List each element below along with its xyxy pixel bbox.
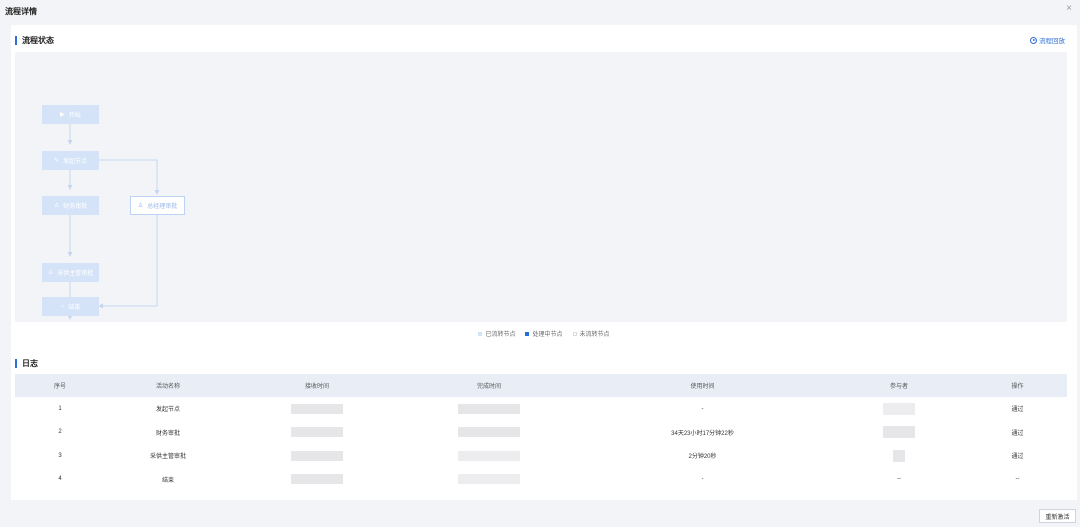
legend-processing: 处理中节点	[525, 329, 563, 338]
redacted-value	[291, 474, 343, 485]
table-row: 1 发起节点 - 通过	[15, 397, 1067, 421]
legend-done: 已流转节点	[478, 329, 515, 338]
col-header-completed: 完成时间	[476, 384, 501, 390]
col-header-name: 活动名称	[155, 384, 180, 390]
legend-pending-label: 未流转节点	[579, 332, 610, 338]
node-end[interactable]: ○ 结束	[42, 297, 99, 316]
redacted-value	[893, 449, 905, 462]
dialog-body: 流程状态 流程回放 ▶ 开始 ✎ 发起节点 ♙ 财务审批 ♙ 总经理审批 ♙ 采…	[11, 25, 1077, 500]
row-received	[231, 468, 403, 492]
row-received	[231, 421, 403, 445]
redacted-value	[291, 403, 343, 414]
dialog-footer: 重新激活	[0, 504, 1080, 527]
node-start-label: 开始	[68, 113, 81, 119]
redacted-value	[291, 427, 343, 438]
dialog-header: 流程详情 ×	[0, 0, 1080, 22]
redacted-value	[458, 403, 520, 414]
replay-label: 流程回放	[1039, 38, 1065, 45]
row-no: 1	[58, 405, 62, 412]
log-table: 序号 活动名称 接收时间 完成时间 使用时间 参与者 操作 1 发起节点 - 通…	[15, 374, 1067, 491]
redacted-value	[458, 474, 520, 485]
log-title: 日志	[15, 359, 38, 368]
flow-connectors	[67, 123, 160, 320]
redacted-value	[883, 402, 915, 415]
table-row: 4 结束 - -- --	[15, 468, 1067, 492]
node-supplier[interactable]: ♙ 采供主管审批	[42, 263, 99, 282]
edge-initiate-gm	[99, 159, 160, 195]
legend-pending-swatch	[572, 331, 577, 336]
legend-done-label: 已流转节点	[485, 332, 516, 338]
legend-processing-swatch	[525, 331, 530, 336]
row-completed	[403, 421, 575, 445]
row-name: 采供主管审批	[149, 454, 186, 461]
row-duration: 2分钟20秒	[688, 454, 717, 461]
row-received	[231, 397, 403, 421]
node-initiate-label: 发起节点	[63, 159, 88, 165]
node-end-label: 结束	[68, 305, 81, 311]
row-participant	[830, 397, 968, 421]
table-row: 3 采供主管审批 2分钟20秒 通过	[15, 444, 1067, 468]
row-duration: -	[701, 405, 704, 412]
row-name: 财务审批	[155, 430, 180, 437]
row-action[interactable]: 通过	[968, 444, 1067, 468]
redacted-value	[883, 426, 915, 439]
edge-gm-end	[98, 214, 158, 309]
row-no: 3	[58, 452, 62, 459]
close-icon[interactable]: ×	[1066, 4, 1072, 14]
col-header-received: 接收时间	[304, 384, 329, 390]
col-header-no: 序号	[53, 384, 66, 390]
col-header-action: 操作	[1011, 384, 1024, 390]
row-name: 发起节点	[155, 407, 180, 414]
log-table-header: 序号 活动名称 接收时间 完成时间 使用时间 参与者 操作	[15, 374, 1067, 397]
user-icon: ♙	[137, 203, 144, 209]
circle-icon: ○	[60, 303, 65, 310]
row-duration: -	[701, 476, 704, 483]
table-row: 2 财务审批 34天23小时17分钟22秒 通过	[15, 421, 1067, 445]
node-supplier-label: 采供主管审批	[57, 271, 94, 277]
legend-pending: 未流转节点	[572, 329, 610, 338]
row-completed	[403, 397, 575, 421]
row-participant: --	[897, 476, 901, 483]
legend-processing-label: 处理中节点	[532, 332, 563, 338]
row-duration: 34天23小时17分钟22秒	[671, 430, 734, 437]
replay-button[interactable]: 流程回放	[1030, 35, 1065, 45]
row-action[interactable]: 通过	[968, 421, 1067, 445]
node-start[interactable]: ▶ 开始	[42, 105, 99, 124]
node-initiate[interactable]: ✎ 发起节点	[42, 151, 99, 170]
flow-legend: 已流转节点 处理中节点 未流转节点	[11, 329, 1077, 338]
user-icon: ♙	[47, 270, 54, 276]
node-finance-label: 财务审批	[63, 204, 88, 210]
col-header-duration: 使用时间	[690, 384, 715, 390]
row-completed	[403, 444, 575, 468]
redacted-value	[458, 427, 520, 438]
node-gm[interactable]: ♙ 总经理审批	[130, 196, 185, 215]
row-participant	[830, 444, 968, 468]
flow-canvas: ▶ 开始 ✎ 发起节点 ♙ 财务审批 ♙ 总经理审批 ♙ 采供主管审批 ○ 结束	[15, 52, 1067, 322]
col-header-participant: 参与者	[889, 384, 908, 390]
flow-status-title: 流程状态	[15, 36, 54, 45]
redacted-value	[291, 450, 343, 461]
row-participant	[830, 421, 968, 445]
legend-done-swatch	[478, 331, 483, 336]
edit-icon: ✎	[53, 158, 59, 164]
node-gm-label: 总经理审批	[147, 204, 178, 210]
row-no: 4	[58, 476, 62, 483]
node-finance[interactable]: ♙ 财务审批	[42, 196, 99, 215]
user-icon: ♙	[53, 203, 60, 209]
redacted-value	[458, 450, 520, 461]
play-circle-icon	[1030, 36, 1037, 44]
reactivate-button[interactable]: 重新激活	[1039, 509, 1076, 523]
row-name: 结束	[161, 477, 174, 484]
row-action: --	[1015, 476, 1020, 483]
dialog-title: 流程详情	[5, 7, 37, 16]
row-completed	[403, 468, 575, 492]
row-received	[231, 444, 403, 468]
row-action[interactable]: 通过	[968, 397, 1067, 421]
row-no: 2	[58, 429, 62, 436]
play-icon: ▶	[60, 112, 65, 118]
